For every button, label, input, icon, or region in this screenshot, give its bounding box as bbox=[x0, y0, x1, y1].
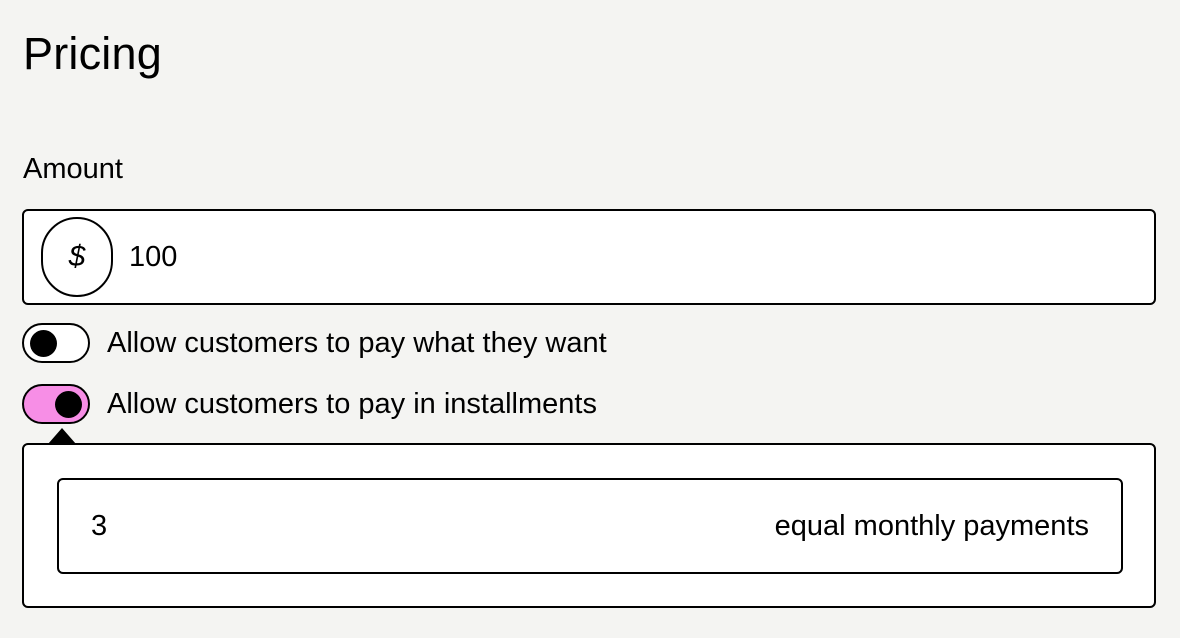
toggle-knob bbox=[30, 330, 57, 357]
panel-caret-icon bbox=[48, 428, 76, 444]
currency-symbol-icon: $ bbox=[41, 217, 113, 297]
amount-field[interactable]: $ bbox=[22, 209, 1156, 305]
pay-what-they-want-row: Allow customers to pay what they want bbox=[22, 323, 607, 363]
pay-what-they-want-label: Allow customers to pay what they want bbox=[107, 326, 607, 359]
amount-label: Amount bbox=[23, 153, 123, 185]
toggle-knob bbox=[55, 391, 82, 418]
installments-suffix: equal monthly payments bbox=[774, 509, 1089, 542]
installments-field[interactable]: equal monthly payments bbox=[57, 478, 1123, 574]
pricing-section: Pricing Amount $ Allow customers to pay … bbox=[0, 0, 1180, 638]
installments-count-input[interactable] bbox=[91, 506, 591, 546]
amount-input[interactable] bbox=[129, 237, 1029, 277]
installments-panel: equal monthly payments bbox=[22, 443, 1156, 608]
section-title: Pricing bbox=[23, 28, 162, 79]
installments-label: Allow customers to pay in installments bbox=[107, 387, 597, 420]
installments-toggle[interactable] bbox=[22, 384, 90, 424]
currency-symbol: $ bbox=[68, 240, 86, 273]
installments-row: Allow customers to pay in installments bbox=[22, 384, 597, 424]
pay-what-they-want-toggle[interactable] bbox=[22, 323, 90, 363]
